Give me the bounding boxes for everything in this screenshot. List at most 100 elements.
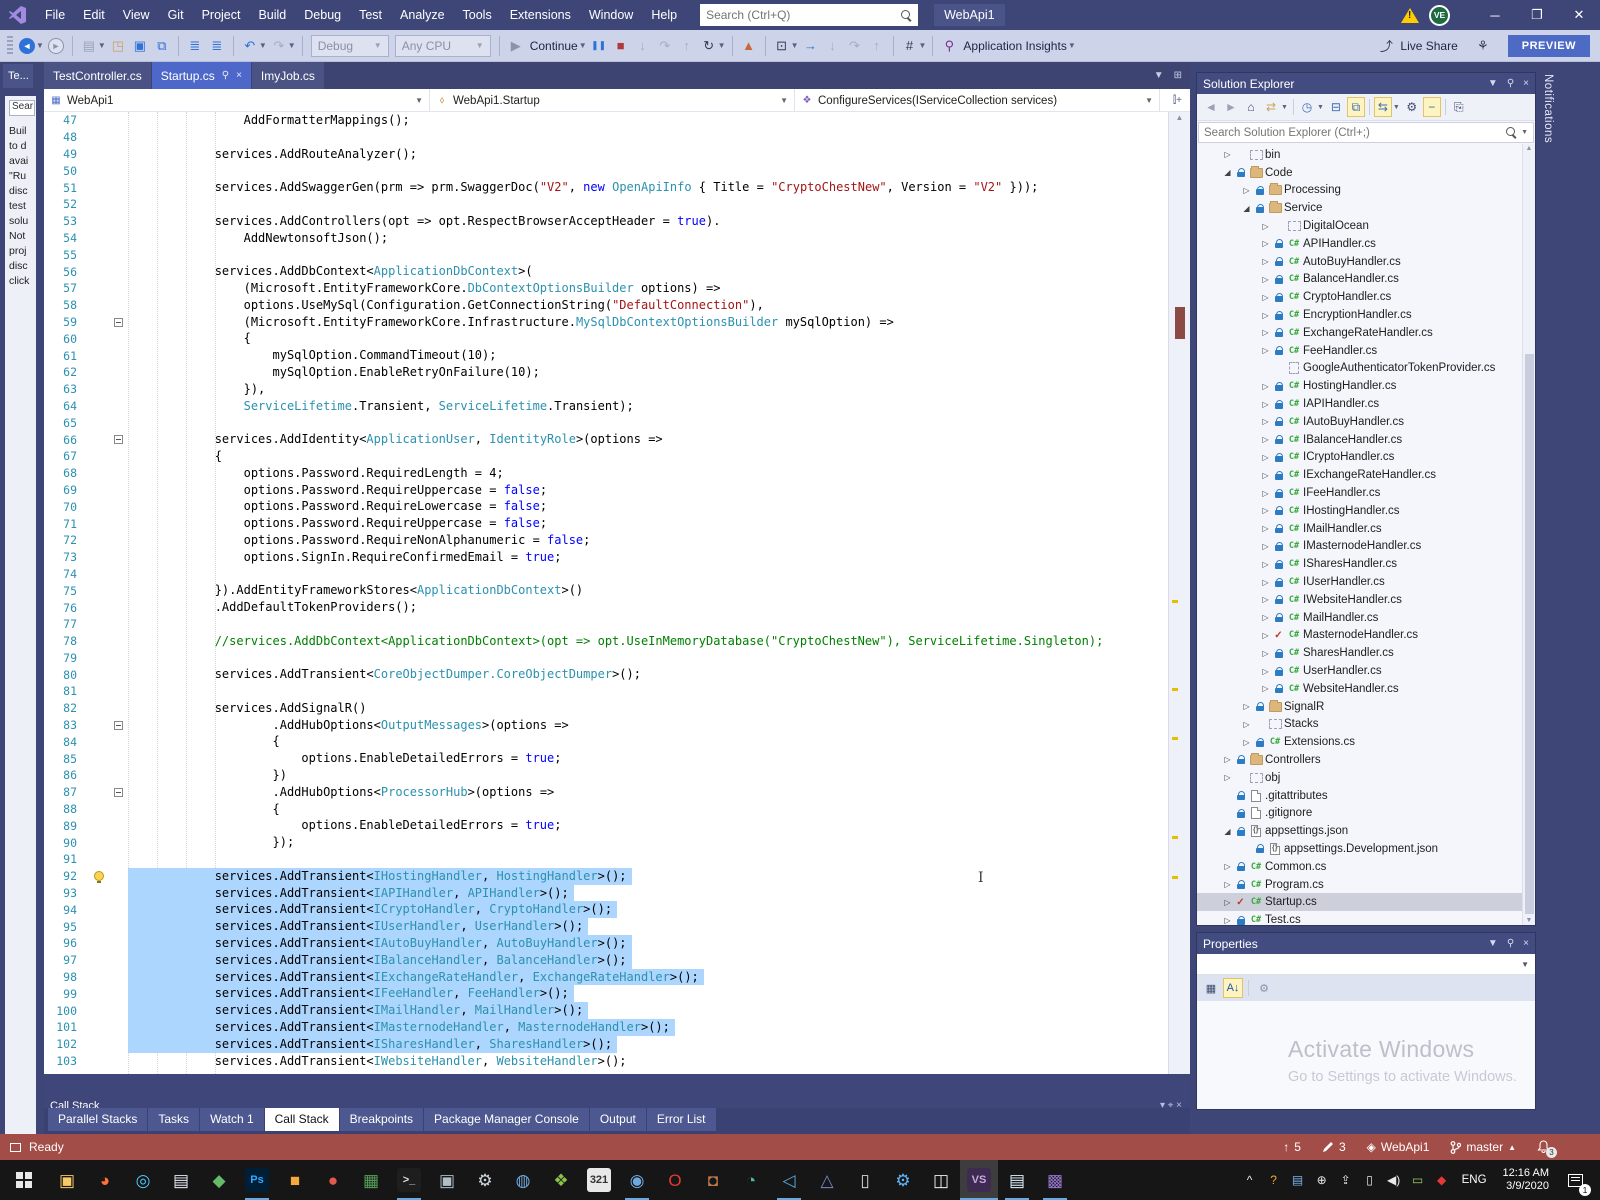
tree-item-autobuyhandler-cs[interactable]: ▷ C# AutoBuyHandler.cs: [1197, 253, 1535, 271]
tab-imyjob-cs[interactable]: ImyJob.cs: [251, 62, 324, 89]
taskbar-sticky-list[interactable]: ▤: [998, 1160, 1036, 1200]
menu-item-analyze[interactable]: Analyze: [391, 0, 453, 30]
code-line-94[interactable]: 94 services.AddTransient<ICryptoHandler,…: [44, 901, 1168, 919]
chevron-down-icon[interactable]: ▼: [1488, 78, 1498, 89]
code-line-54[interactable]: 54 AddNewtonsoftJson();: [44, 230, 1168, 247]
code-metrics-caret[interactable]: ▼: [919, 41, 927, 50]
undo-icon[interactable]: ↶: [240, 34, 260, 58]
tree-item-exchangeratehandler-cs[interactable]: ▷ C# ExchangeRateHandler.cs: [1197, 324, 1535, 342]
taskbar-gimp[interactable]: ▩: [1036, 1160, 1074, 1200]
tree-item-mailhandler-cs[interactable]: ▷ C# MailHandler.cs: [1197, 609, 1535, 627]
tray-diamond-icon[interactable]: ◆: [1430, 1160, 1454, 1200]
restart-caret[interactable]: ▼: [718, 41, 726, 50]
code-line-63[interactable]: 63 }),: [44, 381, 1168, 398]
taskbar-firefox[interactable]: ◕: [86, 1160, 124, 1200]
expander-icon[interactable]: ▷: [1221, 898, 1234, 907]
scrollbar-thumb[interactable]: [1175, 307, 1185, 339]
code-line-90[interactable]: 90 });: [44, 834, 1168, 851]
code-line-64[interactable]: 64 ServiceLifetime.Transient, ServiceLif…: [44, 398, 1168, 415]
tree-item-imasternodehandler-cs[interactable]: ▷ C# IMasternodeHandler.cs: [1197, 538, 1535, 556]
undo-caret[interactable]: ▼: [259, 41, 267, 50]
outgoing-commits[interactable]: ↑ 5: [1283, 1140, 1301, 1154]
code-line-56[interactable]: 56 services.AddDbContext<ApplicationDbCo…: [44, 263, 1168, 280]
code-line-62[interactable]: 62 mySqlOption.EnableRetryOnFailure(10);: [44, 364, 1168, 381]
expander-icon[interactable]: ▷: [1259, 417, 1272, 426]
solution-explorer-search[interactable]: ▼: [1198, 122, 1534, 143]
se-collapse-all-icon[interactable]: ⊟: [1327, 97, 1345, 117]
app-insights-icon[interactable]: ⚲: [939, 34, 959, 58]
expander-icon[interactable]: ▷: [1259, 239, 1272, 248]
expander-icon[interactable]: ▷: [1259, 631, 1272, 640]
caret-icon[interactable]: ▼: [1281, 104, 1288, 111]
code-line-58[interactable]: 58 options.UseMySql(Configuration.GetCon…: [44, 297, 1168, 314]
code-line-93[interactable]: 93 services.AddTransient<IAPIHandler, AP…: [44, 884, 1168, 902]
taskbar-visual-studio[interactable]: VS: [960, 1160, 998, 1200]
menu-item-test[interactable]: Test: [350, 0, 391, 30]
restore-button[interactable]: ❐: [1516, 0, 1558, 30]
new-window-caret[interactable]: ▼: [98, 41, 106, 50]
tray-stack-icon[interactable]: ▤: [1286, 1160, 1310, 1200]
expander-icon[interactable]: ▷: [1259, 435, 1272, 444]
code-line-87[interactable]: 87 .AddHubOptions<ProcessorHub>(options …: [44, 784, 1168, 801]
tree-item-ishareshandler-cs[interactable]: ▷ C# ISharesHandler.cs: [1197, 555, 1535, 573]
code-line-52[interactable]: 52: [44, 196, 1168, 213]
step-into-icon[interactable]: ↓: [633, 34, 653, 58]
notifications-tab[interactable]: Notifications: [1542, 74, 1554, 143]
expander-icon[interactable]: ◢: [1221, 827, 1234, 836]
tree-item-userhandler-cs[interactable]: ▷ C# UserHandler.cs: [1197, 662, 1535, 680]
breadcrumb-method[interactable]: ❖ ConfigureServices(IServiceCollection s…: [795, 89, 1160, 112]
expander-icon[interactable]: ▷: [1259, 257, 1272, 266]
lightbulb-icon[interactable]: [94, 870, 104, 883]
se-sync-active-icon[interactable]: ⧉: [1346, 97, 1365, 117]
expander-icon[interactable]: ▷: [1259, 453, 1272, 462]
background-tasks-icon[interactable]: [10, 1142, 21, 1152]
se-back-icon[interactable]: ◄: [1202, 97, 1220, 117]
code-line-53[interactable]: 53 services.AddControllers(opt => opt.Re…: [44, 213, 1168, 230]
tree-item-service[interactable]: ◢ Service: [1197, 199, 1535, 217]
indent-icon[interactable]: ≣: [207, 34, 227, 58]
close-button[interactable]: ✕: [1558, 0, 1600, 30]
expander-icon[interactable]: ▷: [1240, 702, 1253, 711]
code-line-61[interactable]: 61 mySqlOption.CommandTimeout(10);: [44, 347, 1168, 364]
fold-collapse-icon[interactable]: [114, 435, 123, 445]
taskbar-photoshop[interactable]: Ps: [238, 1160, 276, 1200]
tree-item-iexchangeratehandler-cs[interactable]: ▷ C# IExchangeRateHandler.cs: [1197, 466, 1535, 484]
taskbar-notes-app[interactable]: ▤: [162, 1160, 200, 1200]
se-home-icon[interactable]: ⌂: [1242, 97, 1260, 117]
quick-search[interactable]: [700, 4, 919, 26]
tree-item--gitattributes[interactable]: .gitattributes: [1197, 787, 1535, 805]
expander-icon[interactable]: ▷: [1259, 649, 1272, 658]
go-up-icon[interactable]: ↑: [867, 34, 887, 58]
nav-back-icon[interactable]: ◄: [17, 34, 37, 58]
code-line-88[interactable]: 88 {: [44, 801, 1168, 818]
code-line-60[interactable]: 60 {: [44, 330, 1168, 347]
expander-icon[interactable]: ▷: [1259, 684, 1272, 693]
clock[interactable]: 12:16 AM 3/9/2020: [1495, 1167, 1557, 1193]
tree-item-program-cs[interactable]: ▷ C# Program.cs: [1197, 876, 1535, 894]
taskbar-app-blue-a[interactable]: ◎: [124, 1160, 162, 1200]
nav-forward-icon[interactable]: ►: [46, 34, 66, 58]
property-pages-icon[interactable]: ⚙: [1254, 978, 1274, 998]
caret-icon[interactable]: ▼: [1317, 104, 1324, 111]
tray-network-icon[interactable]: ⊕: [1310, 1160, 1334, 1200]
menu-item-edit[interactable]: Edit: [74, 0, 114, 30]
code-line-102[interactable]: 102 services.AddTransient<ISharesHandler…: [44, 1035, 1168, 1053]
code-line-95[interactable]: 95 services.AddTransient<IUserHandler, U…: [44, 918, 1168, 936]
test-explorer-search-stub[interactable]: Sear: [9, 100, 35, 116]
save-all-icon[interactable]: ⧉: [152, 34, 172, 58]
code-line-67[interactable]: 67 {: [44, 448, 1168, 465]
expander-icon[interactable]: ▷: [1259, 382, 1272, 391]
taskbar-app-brown[interactable]: ◘: [694, 1160, 732, 1200]
tree-item-ihostinghandler-cs[interactable]: ▷ C# IHostingHandler.cs: [1197, 502, 1535, 520]
code-line-82[interactable]: 82 services.AddSignalR(): [44, 700, 1168, 717]
code-line-66[interactable]: 66 services.AddIdentity<ApplicationUser,…: [44, 431, 1168, 448]
se-properties-icon[interactable]: ⚙: [1403, 97, 1421, 117]
taskbar-app-green-2[interactable]: ❖: [542, 1160, 580, 1200]
tray-expand-icon[interactable]: ^: [1238, 1160, 1262, 1200]
taskbar-chrome[interactable]: ◉: [618, 1160, 656, 1200]
expander-icon[interactable]: ▷: [1259, 275, 1272, 284]
code-line-98[interactable]: 98 services.AddTransient<IExchangeRateHa…: [44, 968, 1168, 986]
live-share-label[interactable]: Live Share: [1400, 39, 1457, 53]
code-line-80[interactable]: 80 services.AddTransient<CoreObjectDumpe…: [44, 666, 1168, 683]
taskbar-file-explorer[interactable]: ▣: [48, 1160, 86, 1200]
